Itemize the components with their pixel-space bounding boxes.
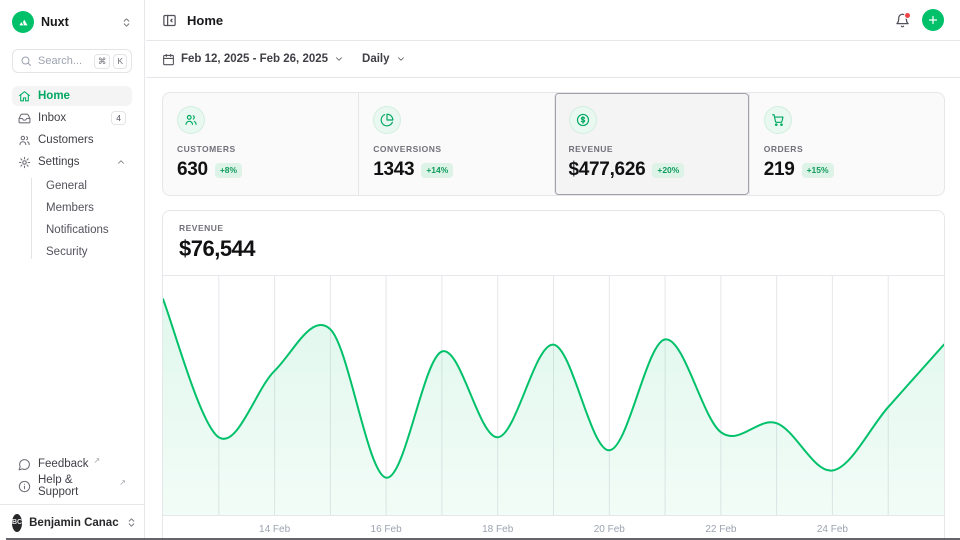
chevrons-up-down-icon [126, 517, 137, 528]
footer-item-label: Help & Support [38, 474, 114, 498]
inbox-icon [18, 112, 31, 125]
chart-header: REVENUE $76,544 [163, 211, 944, 276]
avatar: BC [12, 514, 22, 532]
chart-plot-area: 14 Feb 16 Feb 18 Feb 20 Feb 22 Feb 24 Feb [163, 276, 944, 540]
main-area: Home Feb 12, 2025 - Feb 26, 2025 Daily [146, 0, 960, 540]
sidebar-item-customers[interactable]: Customers [12, 130, 132, 150]
date-range-picker[interactable]: Feb 12, 2025 - Feb 26, 2025 [162, 53, 344, 66]
settings-submenu: General Members Notifications Security [12, 175, 132, 262]
sidebar: Nuxt Search... ⌘ K Home Inbox 4 [0, 0, 145, 540]
stat-value: 1343 [373, 159, 414, 181]
stat-value: 630 [177, 159, 208, 181]
sidebar-spacer [12, 263, 132, 454]
home-icon [18, 90, 31, 103]
revenue-chart-card: REVENUE $76,544 14 Feb 16 Feb 18 Feb 20 Feb… [162, 210, 945, 540]
topbar: Home [146, 0, 960, 41]
filters-toolbar: Feb 12, 2025 - Feb 26, 2025 Daily [146, 41, 960, 78]
sidebar-item-home[interactable]: Home [12, 86, 132, 106]
sidebar-subitem-members[interactable]: Members [12, 197, 132, 218]
stat-delta-badge: +8% [215, 163, 242, 178]
stat-orders[interactable]: ORDERS 219 +15% [749, 93, 944, 195]
sidebar-subitem-security[interactable]: Security [12, 241, 132, 262]
search-icon [20, 55, 32, 67]
feedback-link[interactable]: Feedback ↗ [12, 454, 132, 474]
subitem-label: Security [46, 246, 88, 258]
subitem-label: General [46, 180, 87, 192]
stat-conversions[interactable]: CONVERSIONS 1343 +14% [358, 93, 553, 195]
brand-name: Nuxt [41, 15, 69, 29]
page-title: Home [187, 13, 223, 28]
svg-text:16 Feb: 16 Feb [371, 524, 403, 535]
stat-label: CONVERSIONS [373, 144, 539, 154]
date-range-label: Feb 12, 2025 - Feb 26, 2025 [181, 53, 328, 65]
stat-revenue[interactable]: REVENUE $477,626 +20% [554, 93, 749, 195]
users-icon [177, 106, 205, 134]
search-input[interactable]: Search... ⌘ K [12, 49, 132, 73]
svg-text:14 Feb: 14 Feb [259, 524, 291, 535]
external-link-icon: ↗ [94, 456, 101, 465]
gear-icon [18, 156, 31, 169]
sidebar-subitem-notifications[interactable]: Notifications [12, 219, 132, 240]
sidebar-footer-nav: Feedback ↗ Help & Support ↗ [12, 454, 132, 504]
revenue-chart[interactable]: 14 Feb 16 Feb 18 Feb 20 Feb 22 Feb 24 Feb [163, 276, 944, 540]
notifications-button[interactable] [895, 13, 910, 28]
calendar-icon [162, 53, 175, 66]
search-placeholder: Search... [38, 55, 88, 67]
subitem-label: Notifications [46, 224, 109, 236]
stat-delta-badge: +14% [421, 163, 453, 178]
stat-value: $477,626 [569, 159, 646, 181]
sidebar-nav: Home Inbox 4 Customers Settings Ge [12, 86, 132, 263]
search-shortcut: ⌘ K [94, 54, 127, 69]
sidebar-item-label: Settings [38, 156, 80, 168]
subitem-label: Members [46, 202, 94, 214]
topbar-actions [895, 9, 944, 31]
chart-value: $76,544 [179, 236, 928, 262]
inbox-count-badge: 4 [111, 111, 126, 125]
sidebar-item-settings[interactable]: Settings [12, 152, 132, 172]
chevron-up-icon [116, 157, 126, 167]
info-circle-icon [18, 480, 31, 493]
stats-row: CUSTOMERS 630 +8% CONVERSIONS 1343 +14% [162, 92, 945, 196]
sidebar-subitem-general[interactable]: General [12, 175, 132, 196]
stat-label: CUSTOMERS [177, 144, 344, 154]
stat-customers[interactable]: CUSTOMERS 630 +8% [163, 93, 358, 195]
chevrons-up-down-icon [121, 17, 132, 28]
message-circle-icon [18, 458, 31, 471]
granularity-label: Daily [362, 53, 390, 65]
stat-label: ORDERS [764, 144, 930, 154]
external-link-icon: ↗ [119, 478, 126, 487]
chevron-down-icon [396, 54, 406, 64]
svg-text:20 Feb: 20 Feb [594, 524, 626, 535]
nuxt-logo-icon [12, 11, 34, 33]
page-content: CUSTOMERS 630 +8% CONVERSIONS 1343 +14% [146, 78, 960, 540]
add-button[interactable] [922, 9, 944, 31]
stat-delta-badge: +15% [802, 163, 834, 178]
pie-chart-icon [373, 106, 401, 134]
chart-label: REVENUE [179, 223, 928, 233]
sidebar-item-label: Inbox [38, 112, 66, 124]
help-support-link[interactable]: Help & Support ↗ [12, 476, 132, 496]
footer-item-label: Feedback [38, 458, 89, 470]
team-switcher[interactable]: Nuxt [12, 10, 132, 34]
collapse-sidebar-button[interactable] [162, 13, 177, 28]
granularity-select[interactable]: Daily [362, 53, 406, 65]
kbd-cmd: ⌘ [94, 54, 111, 69]
user-name: Benjamin Canac [29, 517, 118, 529]
users-icon [18, 134, 31, 147]
stat-label: REVENUE [569, 144, 735, 154]
sidebar-item-label: Customers [38, 134, 94, 146]
stat-value: 219 [764, 159, 795, 181]
notification-dot [904, 12, 911, 19]
cart-icon [764, 106, 792, 134]
sidebar-item-inbox[interactable]: Inbox 4 [12, 108, 132, 128]
sidebar-item-label: Home [38, 90, 70, 102]
stat-delta-badge: +20% [652, 163, 684, 178]
user-menu[interactable]: BC Benjamin Canac [0, 504, 144, 540]
svg-text:22 Feb: 22 Feb [705, 524, 737, 535]
dollar-circle-icon [569, 106, 597, 134]
chevron-down-icon [334, 54, 344, 64]
svg-text:18 Feb: 18 Feb [482, 524, 514, 535]
svg-text:24 Feb: 24 Feb [817, 524, 849, 535]
kbd-k: K [113, 54, 127, 69]
